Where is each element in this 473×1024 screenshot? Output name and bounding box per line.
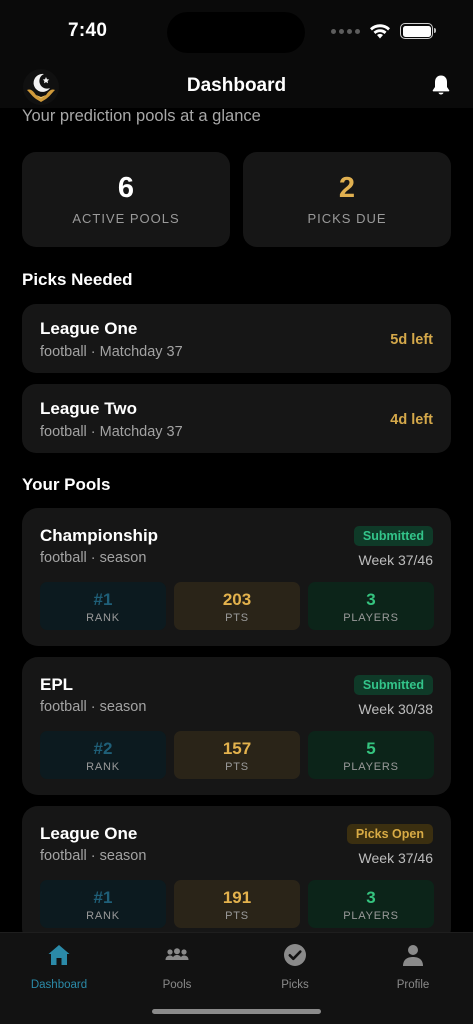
page-title: Dashboard: [186, 75, 287, 96]
status-time: 7:40: [68, 20, 108, 41]
tab-label: Picks: [281, 979, 309, 991]
status-icons: [331, 23, 436, 39]
pool-card[interactable]: Championship football · season Submitted…: [22, 508, 451, 646]
week-progress: Week 37/46: [358, 850, 433, 866]
rank-metric: #2 RANK: [40, 731, 166, 779]
check-circle-icon: [284, 944, 306, 966]
rank-label: RANK: [86, 910, 120, 922]
dashboard-screen: 7:40 Dashboard Your prediction pools at …: [0, 0, 473, 1024]
picks-due-stat-card[interactable]: 2 PICKS DUE: [243, 152, 451, 247]
tab-label: Profile: [396, 979, 430, 991]
page-subtitle: Your prediction pools at a glance: [22, 108, 261, 125]
home-icon: [48, 945, 70, 965]
stat-value: 2: [338, 172, 356, 204]
active-pools-stat-card[interactable]: 6 ACTIVE POOLS: [22, 152, 230, 247]
points-value: 191: [222, 888, 252, 907]
time-left: 5d left: [390, 332, 433, 348]
status-badge: Picks Open: [346, 824, 433, 844]
home-indicator[interactable]: [152, 1009, 321, 1014]
tab-profile[interactable]: Profile: [354, 942, 472, 991]
rank-label: RANK: [86, 761, 120, 773]
pool-name: League Two: [40, 399, 137, 418]
points-metric: 203 PTS: [174, 582, 300, 630]
pool-meta: football · Matchday 37: [40, 344, 183, 360]
pool-meta: football · season: [40, 848, 147, 864]
dashboard-content[interactable]: Your prediction pools at a glance 6 ACTI…: [0, 108, 473, 932]
players-label: PLAYERS: [343, 910, 399, 922]
notifications-bell-icon[interactable]: [429, 73, 453, 97]
pool-card[interactable]: EPL football · season Submitted Week 30/…: [22, 657, 451, 795]
players-label: PLAYERS: [343, 761, 399, 773]
rank-value: #1: [93, 888, 113, 907]
players-metric: 5 PLAYERS: [308, 731, 434, 779]
week-progress: Week 37/46: [358, 552, 433, 568]
players-value: 3: [366, 888, 376, 907]
tab-label: Dashboard: [30, 979, 88, 991]
dynamic-island: [167, 12, 305, 53]
pool-name: Championship: [40, 526, 159, 545]
tab-label: Pools: [162, 979, 192, 991]
cellular-signal-icon: [331, 28, 360, 34]
tab-pools[interactable]: Pools: [118, 942, 236, 991]
points-value: 157: [222, 739, 252, 758]
nav-header: Dashboard: [0, 62, 473, 108]
people-icon: [165, 948, 189, 960]
rank-value: #2: [93, 739, 113, 758]
pick-needed-card[interactable]: League Two football · Matchday 37 4d lef…: [22, 384, 451, 453]
players-metric: 3 PLAYERS: [308, 582, 434, 630]
picks-needed-heading: Picks Needed: [22, 270, 133, 289]
stat-label: ACTIVE POOLS: [72, 211, 180, 226]
points-metric: 191 PTS: [174, 880, 300, 928]
pick-needed-card[interactable]: League One football · Matchday 37 5d lef…: [22, 304, 451, 373]
stat-label: PICKS DUE: [307, 211, 387, 226]
wifi-icon: [370, 24, 390, 39]
rank-value: #1: [93, 590, 113, 609]
players-metric: 3 PLAYERS: [308, 880, 434, 928]
points-value: 203: [222, 590, 252, 609]
stat-value: 6: [117, 172, 135, 204]
time-left: 4d left: [390, 412, 433, 428]
rank-label: RANK: [86, 612, 120, 624]
rank-metric: #1 RANK: [40, 880, 166, 928]
pool-name: League One: [40, 824, 138, 843]
week-progress: Week 30/38: [358, 701, 433, 717]
rank-metric: #1 RANK: [40, 582, 166, 630]
pool-meta: football · season: [40, 699, 147, 715]
points-label: PTS: [225, 761, 249, 773]
tab-dashboard[interactable]: Dashboard: [0, 942, 118, 991]
status-badge: Submitted: [353, 526, 433, 546]
person-icon: [403, 945, 423, 966]
players-value: 3: [366, 590, 376, 609]
battery-icon: [400, 23, 436, 39]
players-label: PLAYERS: [343, 612, 399, 624]
pool-meta: football · Matchday 37: [40, 424, 183, 440]
pool-name: EPL: [40, 675, 74, 694]
players-value: 5: [366, 739, 376, 758]
points-label: PTS: [225, 910, 249, 922]
pool-meta: football · season: [40, 550, 147, 566]
status-badge: Submitted: [353, 675, 433, 695]
pool-name: League One: [40, 319, 138, 338]
status-bar: 7:40: [0, 0, 473, 62]
pool-card[interactable]: League One football · season Picks Open …: [22, 806, 451, 932]
tab-picks[interactable]: Picks: [236, 942, 354, 991]
your-pools-heading: Your Pools: [22, 475, 111, 494]
points-label: PTS: [225, 612, 249, 624]
points-metric: 157 PTS: [174, 731, 300, 779]
